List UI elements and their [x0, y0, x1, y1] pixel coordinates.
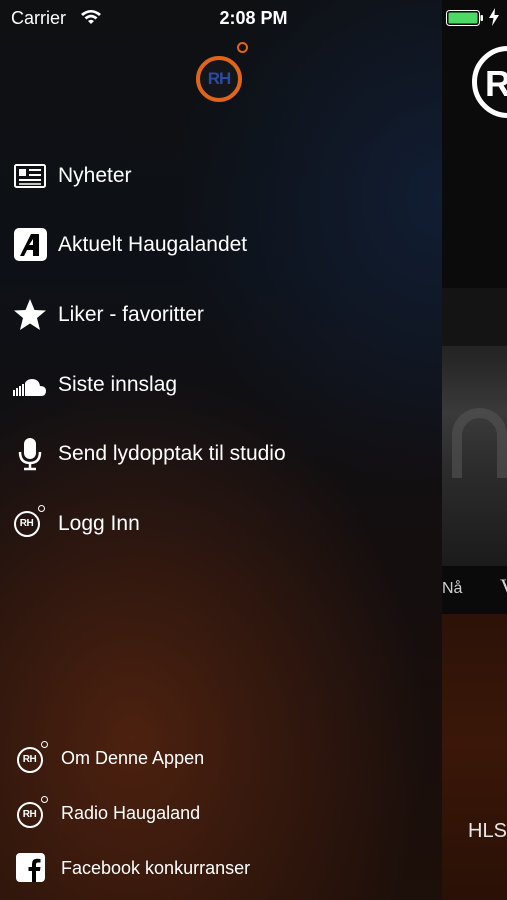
photo-strip — [442, 288, 507, 346]
side-menu: RH Nyheter Aktuelt Haugalandet Liker - f… — [0, 0, 442, 900]
menu-item-siste-innslag[interactable]: Siste innslag — [0, 357, 442, 413]
menu-item-logg-inn[interactable]: RH Logg Inn — [0, 496, 442, 552]
footer-item-radio-haugaland[interactable]: RH Radio Haugaland — [0, 788, 442, 838]
tab-next[interactable]: V — [500, 574, 507, 600]
status-bar: Carrier 2:08 PM — [0, 0, 507, 36]
menu-item-label: Logg Inn — [58, 512, 140, 535]
status-time: 2:08 PM — [219, 8, 288, 28]
battery-icon — [446, 10, 483, 26]
rh-logo-icon: RH — [17, 796, 49, 828]
menu-item-label: Nyheter — [58, 164, 132, 187]
rh-text: RH — [22, 809, 37, 820]
rh-ring: RH — [14, 511, 40, 537]
rh-text: RH — [19, 518, 34, 529]
background-app-photo — [442, 288, 507, 566]
newspaper-icon — [14, 164, 46, 188]
photo-shape — [452, 408, 507, 478]
rh-text: RH — [22, 754, 37, 765]
background-app-logo-text: R — [485, 63, 507, 104]
background-app-content: HLS — [442, 614, 507, 900]
background-app-tabs: Nå V — [442, 566, 507, 614]
menu-item-label: Send lydopptak til studio — [58, 442, 286, 465]
stream-label: HLS — [468, 820, 507, 842]
charging-bolt-icon — [489, 8, 499, 26]
footer-item-label: Radio Haugaland — [61, 803, 201, 823]
menu-item-liker-favoritter[interactable]: Liker - favoritter — [0, 287, 442, 343]
radio-haugaland-logo[interactable]: RH — [196, 56, 242, 102]
a-logo-icon — [14, 228, 47, 261]
background-app-logo: R — [472, 46, 507, 118]
rh-logo-icon: RH — [14, 505, 50, 539]
logo-text: RH — [207, 69, 232, 88]
menu-item-aktuelt-haugalandet[interactable]: Aktuelt Haugalandet — [0, 217, 442, 273]
rh-dot — [38, 505, 45, 512]
soundcloud-icon — [13, 379, 46, 396]
microphone-icon — [18, 438, 42, 471]
rh-logo-icon: RH — [17, 741, 49, 773]
facebook-icon — [16, 853, 45, 882]
menu-item-send-lydopptak[interactable]: Send lydopptak til studio — [0, 426, 442, 482]
footer-item-facebook-konkurranser[interactable]: Facebook konkurranser — [0, 843, 442, 893]
logo-dot — [237, 42, 248, 53]
rh-dot — [41, 741, 48, 748]
rh-dot — [41, 796, 48, 803]
background-app-panel[interactable]: R Nå V HLS — [442, 0, 507, 900]
rh-ring: RH — [17, 802, 43, 828]
menu-item-label: Siste innslag — [58, 373, 178, 396]
tab-now[interactable]: Nå — [442, 580, 462, 598]
menu-item-label: Aktuelt Haugalandet — [58, 233, 248, 256]
footer-item-om-denne-appen[interactable]: RH Om Denne Appen — [0, 733, 442, 783]
menu-item-nyheter[interactable]: Nyheter — [0, 148, 442, 204]
menu-item-label: Liker - favoritter — [58, 303, 204, 326]
rh-ring: RH — [17, 747, 43, 773]
footer-item-label: Om Denne Appen — [61, 748, 205, 768]
star-icon — [14, 299, 46, 330]
footer-item-label: Facebook konkurranser — [61, 858, 251, 878]
